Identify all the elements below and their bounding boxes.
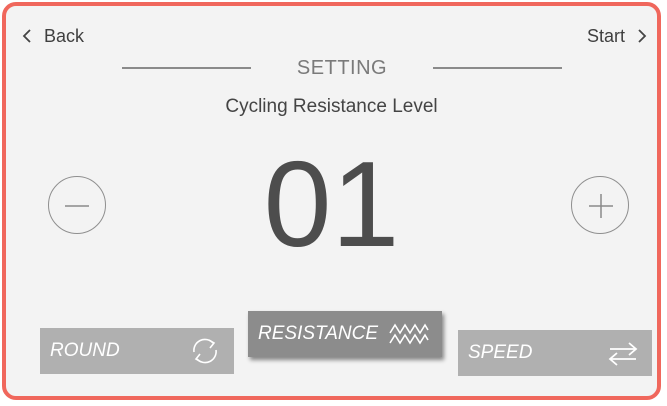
tab-speed-label: SPEED <box>468 342 533 363</box>
section-title: SETTING <box>296 56 388 79</box>
tab-resistance-label: RESISTANCE <box>258 323 379 344</box>
tab-round[interactable]: ROUND <box>40 328 234 374</box>
back-button[interactable]: Back <box>22 24 84 48</box>
divider-right <box>433 67 563 69</box>
plus-icon <box>589 194 613 218</box>
start-label: Start <box>586 25 625 46</box>
chevron-right-icon <box>638 29 647 43</box>
cycle-arrows-icon <box>193 338 217 364</box>
tab-resistance[interactable]: RESISTANCE <box>248 311 442 357</box>
tab-speed[interactable]: SPEED <box>458 330 652 376</box>
app-frame: Back Start SETTING Cycling Resistance Le… <box>2 2 661 400</box>
zigzag-wave-icon <box>389 323 429 345</box>
page-subtitle: Cycling Resistance Level <box>225 96 438 117</box>
back-label: Back <box>44 25 85 46</box>
chevron-left-icon <box>22 29 31 43</box>
swap-arrows-icon <box>608 342 638 366</box>
minus-icon <box>65 205 89 207</box>
start-button[interactable]: Start <box>587 24 647 48</box>
section-header: SETTING <box>122 54 563 82</box>
divider-left <box>122 67 251 69</box>
decrease-button[interactable] <box>48 176 106 234</box>
tab-round-label: ROUND <box>50 340 120 361</box>
increase-button[interactable] <box>571 176 629 234</box>
